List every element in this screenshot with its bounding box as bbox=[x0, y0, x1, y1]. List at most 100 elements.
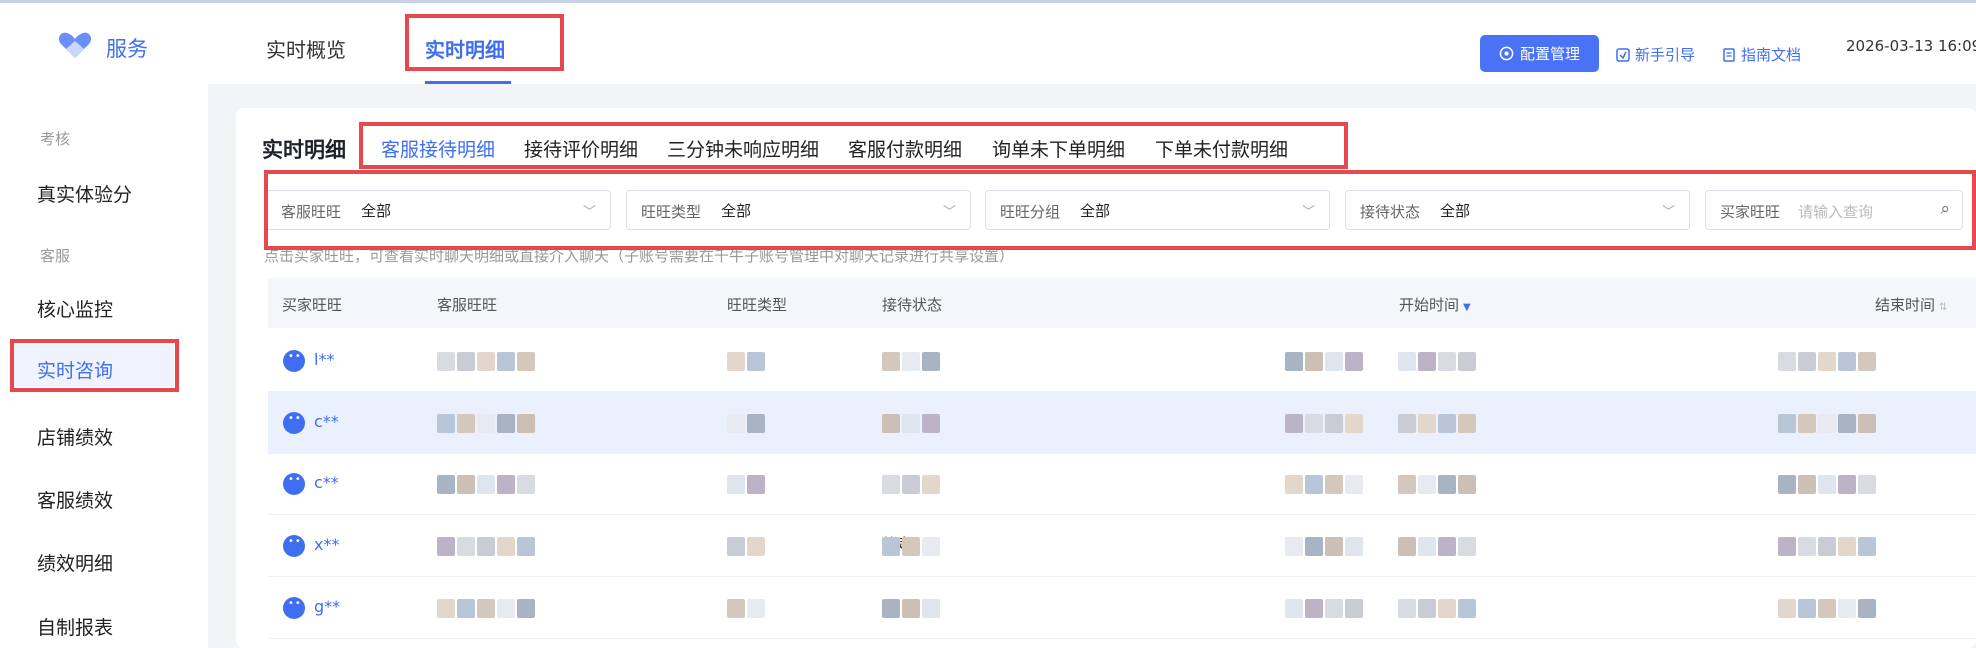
redacted-cell-block bbox=[882, 352, 900, 371]
config-button[interactable]: 配置管理 bbox=[1480, 35, 1599, 72]
redacted-cell-block bbox=[517, 599, 535, 618]
redacted-cell-block bbox=[1438, 475, 1456, 494]
redacted-cell-block bbox=[1858, 537, 1876, 556]
redacted-cell-block bbox=[1858, 599, 1876, 618]
redacted-cell-block bbox=[477, 475, 495, 494]
sidebar-item-service-performance[interactable]: 客服绩效 bbox=[37, 486, 113, 513]
redacted-cell-block bbox=[1798, 537, 1816, 556]
redacted-cell-block bbox=[1285, 599, 1303, 618]
buyer-wangwang-link[interactable]: c** bbox=[314, 473, 339, 492]
redacted-cell-block bbox=[1305, 537, 1323, 556]
redacted-cell-block bbox=[1818, 537, 1836, 556]
redacted-cell-block bbox=[477, 352, 495, 371]
sort-icon[interactable]: ⇅ bbox=[1939, 302, 1947, 313]
redacted-cell-block bbox=[1418, 352, 1436, 371]
redacted-cell-block bbox=[1418, 599, 1436, 618]
column-start-time-label: 开始时间 bbox=[1399, 296, 1460, 314]
buyer-wangwang-link[interactable]: c** bbox=[314, 412, 339, 431]
redacted-cell-block bbox=[1858, 352, 1876, 371]
redacted-cell-block bbox=[922, 352, 940, 371]
redacted-cell-block bbox=[1345, 352, 1363, 371]
heart-logo-icon bbox=[58, 32, 92, 58]
redacted-cell-block bbox=[1305, 599, 1323, 618]
redacted-cell-block bbox=[1838, 414, 1856, 433]
redacted-cell-block bbox=[1838, 352, 1856, 371]
redacted-cell-block bbox=[902, 352, 920, 371]
sidebar-item-custom-report[interactable]: 自制报表 bbox=[37, 613, 113, 640]
redacted-cell-block bbox=[437, 475, 455, 494]
redacted-cell-block bbox=[1418, 475, 1436, 494]
redacted-cell-block bbox=[437, 599, 455, 618]
redacted-cell-block bbox=[1345, 414, 1363, 433]
redacted-cell-block bbox=[1458, 599, 1476, 618]
buyer-wangwang-link[interactable]: g** bbox=[314, 597, 340, 616]
nav-tab-overview[interactable]: 实时概览 bbox=[266, 34, 346, 63]
redacted-cell-block bbox=[1345, 475, 1363, 494]
buyer-avatar-icon bbox=[283, 350, 305, 372]
guide-link[interactable]: 新手引导 bbox=[1616, 44, 1695, 65]
redacted-cell-block bbox=[457, 537, 475, 556]
sidebar-item-real-experience[interactable]: 真实体验分 bbox=[37, 180, 132, 207]
config-button-label: 配置管理 bbox=[1519, 45, 1580, 63]
redacted-cell-block bbox=[1798, 475, 1816, 494]
top-bar: 服务 实时概览 实时明细 配置管理 新手引导 指南文档 2026-03-13 1… bbox=[0, 0, 1976, 84]
redacted-cell-block bbox=[1458, 414, 1476, 433]
redacted-cell-block bbox=[1458, 475, 1476, 494]
buyer-avatar-icon bbox=[283, 473, 305, 495]
redacted-cell-block bbox=[1838, 537, 1856, 556]
redacted-cell-block bbox=[1818, 475, 1836, 494]
redacted-cell-block bbox=[1778, 537, 1796, 556]
sort-icon[interactable]: ▼ bbox=[1463, 302, 1471, 313]
redacted-cell-block bbox=[922, 537, 940, 556]
redacted-cell-block bbox=[747, 352, 765, 371]
redacted-cell-block bbox=[922, 475, 940, 494]
column-end-time[interactable]: 结束时间 ⇅ bbox=[1875, 294, 1947, 315]
redacted-cell-block bbox=[727, 352, 745, 371]
sidebar-item-store-performance[interactable]: 店铺绩效 bbox=[37, 423, 113, 450]
buyer-wangwang-link[interactable]: x** bbox=[314, 535, 339, 554]
redacted-cell-block bbox=[517, 352, 535, 371]
redacted-cell-block bbox=[1778, 599, 1796, 618]
redacted-cell-block bbox=[497, 414, 515, 433]
redacted-cell-block bbox=[517, 414, 535, 433]
redacted-cell-block bbox=[1438, 537, 1456, 556]
redacted-cell-block bbox=[1285, 352, 1303, 371]
redacted-cell-block bbox=[1345, 537, 1363, 556]
redacted-cell-block bbox=[1285, 475, 1303, 494]
sidebar-item-core-monitor[interactable]: 核心监控 bbox=[37, 295, 113, 322]
redacted-cell-block bbox=[1438, 414, 1456, 433]
redacted-cell-block bbox=[437, 352, 455, 371]
redacted-cell-block bbox=[1438, 599, 1456, 618]
redacted-cell-block bbox=[497, 599, 515, 618]
sidebar-section-service: 客服 bbox=[40, 247, 71, 265]
nav-active-indicator bbox=[425, 81, 511, 84]
redacted-cell-block bbox=[1285, 537, 1303, 556]
redacted-cell-block bbox=[1838, 599, 1856, 618]
redacted-cell-block bbox=[1305, 475, 1323, 494]
sidebar-item-performance-detail[interactable]: 绩效明细 bbox=[37, 549, 113, 576]
redacted-cell-block bbox=[517, 475, 535, 494]
redacted-cell-block bbox=[727, 537, 745, 556]
redacted-cell-block bbox=[1418, 414, 1436, 433]
buyer-wangwang-link[interactable]: l** bbox=[314, 350, 334, 369]
highlight-box-sidebar bbox=[10, 339, 179, 392]
redacted-cell-block bbox=[922, 599, 940, 618]
redacted-cell-block bbox=[902, 599, 920, 618]
column-start-time[interactable]: 开始时间 ▼ bbox=[1399, 294, 1471, 315]
doc-link[interactable]: 指南文档 bbox=[1722, 44, 1801, 65]
redacted-cell-block bbox=[1398, 352, 1416, 371]
redacted-cell-block bbox=[902, 537, 920, 556]
redacted-cell-block bbox=[457, 599, 475, 618]
guide-icon bbox=[1616, 47, 1630, 62]
redacted-cell-block bbox=[1305, 352, 1323, 371]
highlight-box-tabs bbox=[359, 122, 1348, 169]
redacted-cell-block bbox=[1438, 352, 1456, 371]
sidebar-section-assessment: 考核 bbox=[40, 130, 71, 148]
column-buyer: 买家旺旺 bbox=[282, 296, 343, 314]
redacted-cell-block bbox=[437, 537, 455, 556]
redacted-cell-block bbox=[882, 414, 900, 433]
buyer-avatar-icon bbox=[283, 412, 305, 434]
redacted-cell-block bbox=[727, 414, 745, 433]
redacted-cell-block bbox=[882, 537, 900, 556]
current-datetime: 2026-03-13 16:09 bbox=[1846, 37, 1976, 55]
